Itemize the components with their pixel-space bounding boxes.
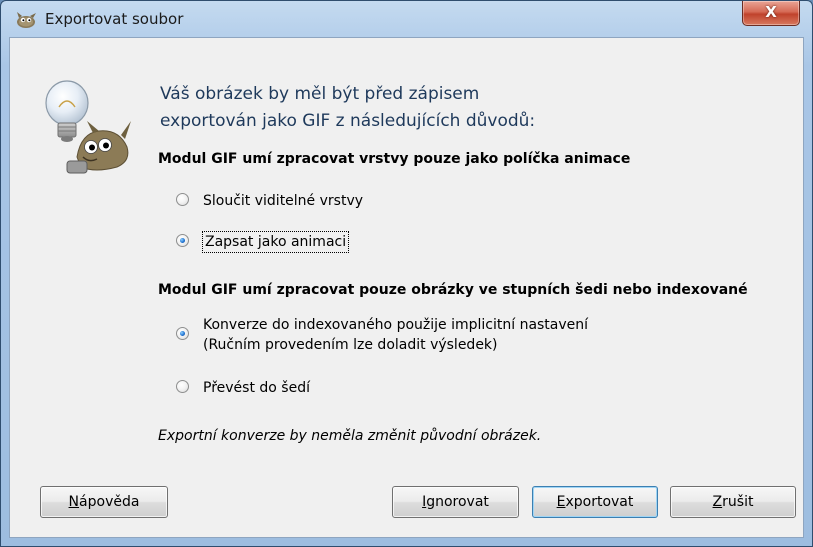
title-bar[interactable]: Exportovat soubor X (1, 1, 812, 37)
intro-text: Váš obrázek by měl být před zápisem expo… (160, 81, 535, 135)
radio-label-line-2: (Ručním provedením lze doladit výsledek) (203, 337, 498, 353)
help-label-rest: ápověda (79, 494, 140, 510)
dialog-body: Váš obrázek by měl být před zápisem expo… (9, 37, 804, 538)
radio-convert-to-indexed[interactable]: Konverze do indexovaného použije implici… (176, 315, 588, 355)
help-button[interactable]: Nápověda (40, 486, 168, 518)
section-layers-title: Modul GIF umí zpracovat vrstvy pouze jak… (158, 151, 631, 167)
radio-convert-to-grayscale[interactable]: Převést do šedí (176, 378, 310, 398)
section-indexed-title: Modul GIF umí zpracovat pouze obrázky ve… (158, 282, 748, 298)
radio-button-icon[interactable] (176, 380, 189, 393)
close-icon: X (765, 3, 777, 21)
help-mnemonic: N (68, 494, 80, 510)
export-label-rest: xportovat (565, 494, 634, 510)
lightbulb-wilber-icon (45, 80, 131, 174)
close-button[interactable]: X (742, 1, 800, 26)
cancel-mnemonic: Z (712, 494, 723, 510)
radio-label: Převést do šedí (203, 380, 310, 396)
window-title: Exportovat soubor (45, 10, 184, 28)
radio-button-selected-icon[interactable] (176, 234, 189, 247)
export-note: Exportní konverze by neměla změnit původ… (158, 428, 542, 444)
radio-save-as-animation[interactable]: Zapsat jako animaci (176, 231, 350, 253)
intro-line-2: exportován jako GIF z následujících důvo… (160, 111, 536, 131)
radio-label: Sloučit viditelné vrstvy (203, 193, 364, 209)
radio-label-line-1: Konverze do indexovaného použije implici… (203, 317, 589, 333)
intro-line-1: Váš obrázek by měl být před zápisem (160, 84, 480, 104)
export-button[interactable]: Exportovat (532, 486, 658, 518)
export-dialog-window: Exportovat soubor X Váš obrázek by měl b… (0, 0, 813, 547)
cancel-button[interactable]: Zrušit (670, 486, 796, 518)
ignore-label-rest: gnorovat (426, 494, 489, 510)
radio-button-selected-icon[interactable] (176, 327, 189, 340)
ignore-button[interactable]: Ignorovat (392, 486, 519, 518)
export-mnemonic: E (556, 494, 566, 510)
radio-button-icon[interactable] (176, 193, 189, 206)
radio-merge-visible-layers[interactable]: Sloučit viditelné vrstvy (176, 191, 363, 211)
gimp-wilber-icon (17, 12, 36, 28)
radio-label: Zapsat jako animaci (201, 231, 350, 253)
radio-label: Konverze do indexovaného použije implici… (203, 315, 588, 355)
cancel-label-rest: rušit (722, 494, 754, 510)
